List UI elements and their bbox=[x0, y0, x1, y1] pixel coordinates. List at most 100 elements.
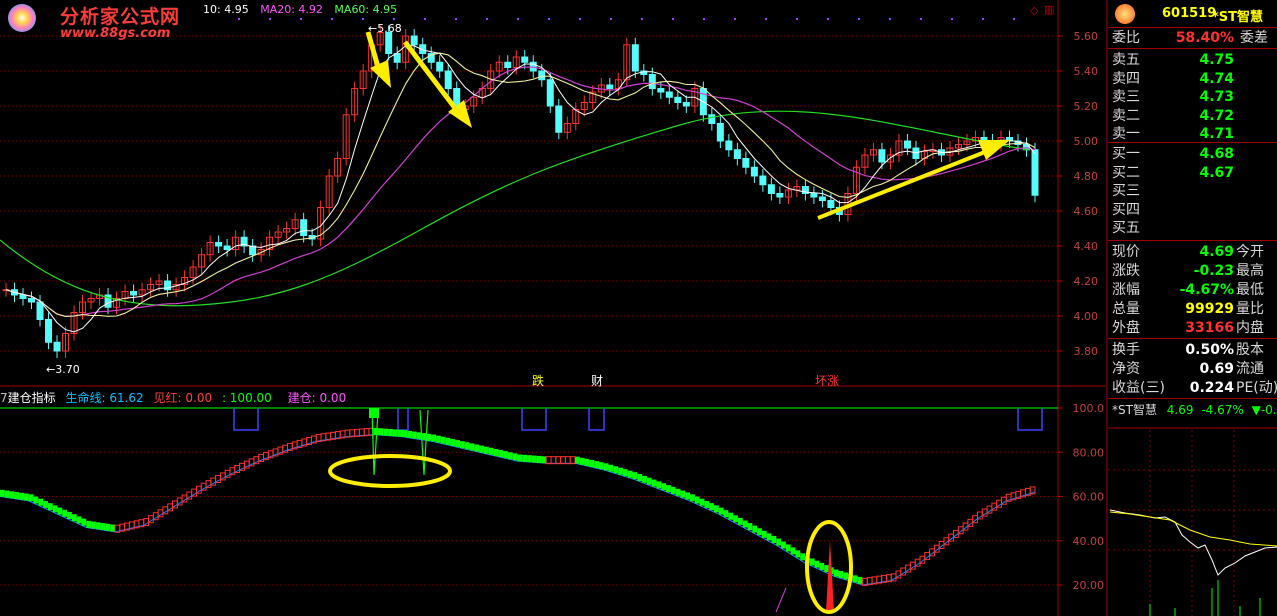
step-green bbox=[95, 522, 101, 530]
chart-canvas: 5.60 5.40 5.20 5.00 4.80 4.60 4.40 4.20 4.00 3.80… bbox=[0, 0, 1277, 616]
step-green bbox=[814, 560, 820, 568]
candle-down[interactable] bbox=[223, 245, 231, 250]
step-green bbox=[498, 450, 504, 458]
candle-down[interactable] bbox=[215, 242, 223, 247]
step-green bbox=[493, 448, 499, 456]
candle-down[interactable] bbox=[28, 298, 36, 303]
candle-down[interactable] bbox=[555, 105, 563, 133]
candle-down[interactable] bbox=[674, 96, 682, 103]
candle-down[interactable] bbox=[725, 140, 733, 151]
event-label-fall[interactable]: 跌 bbox=[532, 372, 544, 389]
candle-down[interactable] bbox=[53, 341, 61, 352]
step-green bbox=[503, 451, 508, 459]
candle-down[interactable] bbox=[504, 61, 512, 68]
candle-down[interactable] bbox=[436, 61, 444, 72]
candle-down[interactable] bbox=[444, 70, 452, 89]
step-green bbox=[483, 446, 489, 454]
ask-row-4: 卖二 4.72 bbox=[1112, 107, 1234, 124]
indicator-name[interactable]: 建仓指标 bbox=[8, 391, 56, 405]
step-green bbox=[531, 455, 537, 463]
bid-row-2: 买二 4.67 bbox=[1112, 164, 1234, 181]
candle-down[interactable] bbox=[733, 149, 741, 159]
step-green bbox=[690, 494, 695, 502]
candle-down[interactable] bbox=[903, 140, 911, 149]
step-green bbox=[412, 431, 417, 439]
event-label-finance[interactable]: 财 bbox=[591, 372, 603, 389]
candle-down[interactable] bbox=[19, 294, 27, 299]
step-green bbox=[737, 517, 743, 525]
stat-row-3: 涨幅 -4.67% 最低 bbox=[1112, 282, 1264, 298]
step-green bbox=[541, 456, 547, 464]
step-green bbox=[728, 512, 734, 520]
candle-down[interactable] bbox=[385, 32, 393, 54]
candle-down[interactable] bbox=[521, 56, 529, 63]
candle-down[interactable] bbox=[410, 35, 418, 46]
legend-100: : 100.00 bbox=[221, 391, 272, 405]
price-axis: 5.60 5.40 5.20 5.00 4.80 4.60 4.40 4.20 4.00 3.80 bbox=[1058, 30, 1098, 358]
step-green bbox=[747, 523, 753, 531]
event-label-rise[interactable]: 坏涨 bbox=[815, 372, 839, 389]
scroll-icon[interactable]: ▥ bbox=[1044, 3, 1054, 16]
ma5-line bbox=[5, 45, 1036, 333]
ask-row-3: 卖三 4.73 bbox=[1112, 89, 1234, 105]
step-green bbox=[685, 492, 690, 500]
step-green bbox=[857, 576, 863, 584]
step-green bbox=[392, 429, 398, 437]
candle-down[interactable] bbox=[538, 70, 546, 81]
indicator-tick-label: 80.00 bbox=[1073, 446, 1105, 459]
step-green bbox=[843, 572, 849, 580]
candle-down[interactable] bbox=[45, 319, 53, 343]
ma10-line bbox=[5, 52, 1036, 317]
candle-down[interactable] bbox=[648, 74, 656, 89]
candle-down[interactable] bbox=[818, 196, 826, 201]
candle-down[interactable] bbox=[300, 219, 308, 236]
step-green bbox=[618, 467, 623, 475]
step-green bbox=[469, 443, 475, 451]
candle-down[interactable] bbox=[827, 200, 835, 208]
candle-down[interactable] bbox=[767, 184, 775, 194]
logo-url: www.88gs.com bbox=[60, 26, 171, 41]
candle-down[interactable] bbox=[1031, 149, 1039, 196]
candle-down[interactable] bbox=[878, 149, 886, 163]
step-green bbox=[584, 458, 590, 466]
indicator-tick-label: 20.00 bbox=[1073, 579, 1105, 592]
candle-down[interactable] bbox=[657, 88, 665, 93]
candle-down[interactable] bbox=[776, 193, 784, 198]
candle-down[interactable] bbox=[716, 123, 724, 142]
candle-down[interactable] bbox=[606, 84, 614, 89]
candle-down[interactable] bbox=[750, 166, 758, 177]
blue-marker bbox=[397, 408, 409, 431]
bid-row-4: 买四 bbox=[1112, 201, 1140, 218]
candle-down[interactable] bbox=[665, 91, 673, 98]
highlight-ellipse-top bbox=[328, 454, 452, 488]
candle-down[interactable] bbox=[682, 102, 690, 107]
step-green bbox=[742, 520, 748, 528]
step-green bbox=[627, 470, 633, 478]
step-green bbox=[579, 457, 585, 465]
step-green bbox=[642, 475, 647, 483]
candle-down[interactable] bbox=[631, 44, 639, 72]
candle-down[interactable] bbox=[810, 193, 818, 198]
step-green bbox=[52, 505, 58, 513]
candle-down[interactable] bbox=[708, 114, 716, 124]
ma20-legend: MA20: 4.92 bbox=[260, 3, 323, 16]
price-tick-label: 4.60 bbox=[1074, 205, 1099, 218]
candle-down[interactable] bbox=[393, 53, 401, 63]
blue-marker bbox=[1017, 408, 1043, 431]
step-green bbox=[594, 461, 599, 469]
diamond-icon[interactable]: ◇ bbox=[1030, 4, 1038, 17]
candle-down[interactable] bbox=[742, 158, 750, 168]
step-green bbox=[426, 433, 432, 441]
step-green bbox=[733, 515, 738, 523]
step-green bbox=[795, 550, 801, 558]
candle-down[interactable] bbox=[36, 301, 44, 320]
candle-down[interactable] bbox=[759, 175, 767, 186]
candle-down[interactable] bbox=[546, 79, 554, 107]
price-tick-label: 4.20 bbox=[1074, 275, 1099, 288]
price-tick-label: 5.20 bbox=[1074, 100, 1099, 113]
stat2-row-1: 换手 0.50% 股本 bbox=[1112, 342, 1264, 358]
step-green bbox=[440, 436, 446, 444]
step-green bbox=[57, 507, 63, 515]
step-green bbox=[527, 455, 532, 463]
candle-down[interactable] bbox=[130, 291, 138, 296]
